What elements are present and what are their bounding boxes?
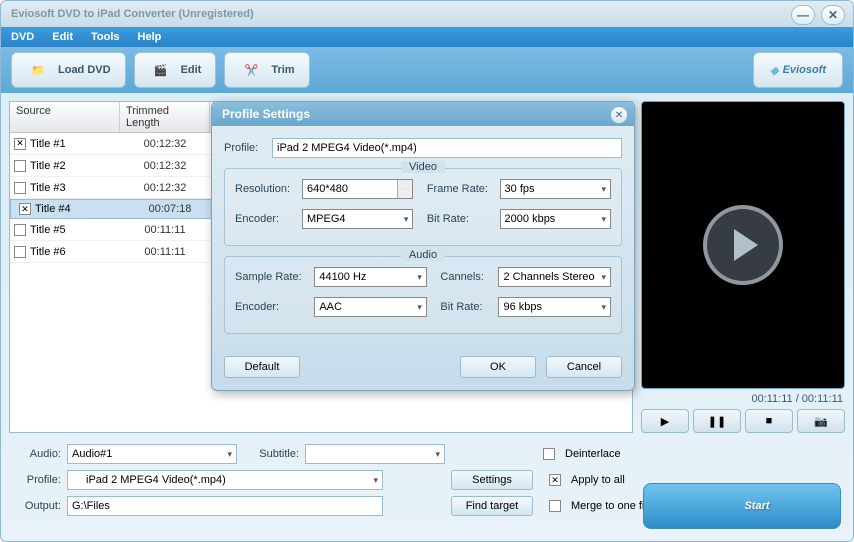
row-length: 00:12:32 bbox=[120, 182, 210, 194]
deinterlace-label: Deinterlace bbox=[565, 448, 621, 460]
apply-all-label: Apply to all bbox=[571, 474, 625, 486]
dialog-close-button[interactable]: ✕ bbox=[610, 106, 628, 124]
framerate-label: Frame Rate: bbox=[427, 183, 500, 195]
row-checkbox[interactable]: ✕ bbox=[14, 138, 26, 150]
row-checkbox[interactable] bbox=[14, 224, 26, 236]
cancel-button[interactable]: Cancel bbox=[546, 356, 622, 378]
menu-edit[interactable]: Edit bbox=[52, 31, 73, 43]
aenc-select[interactable]: AAC bbox=[314, 297, 427, 317]
playback-controls: ▶ ❚❚ ■ 📷 bbox=[641, 409, 845, 433]
toolbar: 📁 Load DVD 🎬 Edit ✂️ Trim ◆ Eviosoft bbox=[1, 47, 853, 93]
trim-button[interactable]: ✂️ Trim bbox=[224, 52, 309, 88]
scissors-icon: ✂️ bbox=[239, 58, 263, 82]
audio-label: Audio: bbox=[11, 448, 61, 460]
row-checkbox[interactable] bbox=[14, 182, 26, 194]
play-overlay-icon[interactable] bbox=[703, 205, 783, 285]
resolution-select[interactable]: 640*480 bbox=[302, 179, 413, 199]
abitrate-select[interactable]: 96 kbps bbox=[498, 297, 611, 317]
row-checkbox[interactable] bbox=[14, 246, 26, 258]
default-button[interactable]: Default bbox=[224, 356, 300, 378]
profile-settings-dialog: Profile Settings ✕ Profile: iPad 2 MPEG4… bbox=[211, 101, 635, 391]
snapshot-button[interactable]: 📷 bbox=[797, 409, 845, 433]
edit-label: Edit bbox=[181, 64, 202, 76]
minimize-button[interactable]: — bbox=[791, 5, 815, 25]
settings-button[interactable]: Settings bbox=[451, 470, 533, 490]
channels-select[interactable]: 2 Channels Stereo bbox=[498, 267, 611, 287]
abitrate-label: Bit Rate: bbox=[440, 301, 498, 313]
dlg-profile-label: Profile: bbox=[224, 142, 266, 154]
resolution-label: Resolution: bbox=[235, 183, 302, 195]
find-target-button[interactable]: Find target bbox=[451, 496, 533, 516]
venc-select[interactable]: MPEG4 bbox=[302, 209, 413, 229]
merge-checkbox[interactable] bbox=[549, 500, 561, 512]
output-field[interactable]: G:\Files bbox=[67, 496, 383, 516]
time-display: 00:11:11 / 00:11:11 bbox=[641, 389, 845, 409]
window-title: Eviosoft DVD to iPad Converter (Unregist… bbox=[11, 8, 254, 20]
profile-select[interactable]: iPad 2 MPEG4 Video(*.mp4) bbox=[67, 470, 383, 490]
camera-icon: 📷 bbox=[814, 415, 828, 428]
titlebar: Eviosoft DVD to iPad Converter (Unregist… bbox=[1, 1, 853, 27]
venc-label: Encoder: bbox=[235, 213, 302, 225]
stop-button[interactable]: ■ bbox=[745, 409, 793, 433]
output-label: Output: bbox=[11, 500, 61, 512]
vbitrate-select[interactable]: 2000 kbps bbox=[500, 209, 611, 229]
channels-label: Cannels: bbox=[440, 271, 498, 283]
subtitle-select[interactable] bbox=[305, 444, 445, 464]
clapper-icon: 🎬 bbox=[149, 58, 173, 82]
row-title: Title #3 bbox=[30, 182, 66, 194]
close-button[interactable]: ✕ bbox=[821, 5, 845, 25]
folder-icon: 📁 bbox=[26, 58, 50, 82]
menubar: DVD Edit Tools Help bbox=[1, 27, 853, 47]
subtitle-label: Subtitle: bbox=[243, 448, 299, 460]
row-length: 00:11:11 bbox=[120, 246, 210, 258]
preview-pane[interactable] bbox=[641, 101, 845, 389]
row-length: 00:12:32 bbox=[120, 160, 210, 172]
audio-fieldset: Audio Sample Rate: 44100 Hz Cannels: 2 C… bbox=[224, 256, 622, 334]
audio-legend: Audio bbox=[401, 249, 445, 261]
play-button[interactable]: ▶ bbox=[641, 409, 689, 433]
col-source[interactable]: Source bbox=[10, 102, 120, 132]
row-checkbox[interactable] bbox=[14, 160, 26, 172]
row-length: 00:12:32 bbox=[120, 138, 210, 150]
main-window: Eviosoft DVD to iPad Converter (Unregist… bbox=[0, 0, 854, 542]
deinterlace-checkbox[interactable] bbox=[543, 448, 555, 460]
menu-help[interactable]: Help bbox=[138, 31, 162, 43]
merge-label: Merge to one file bbox=[571, 500, 653, 512]
aenc-label: Encoder: bbox=[235, 301, 314, 313]
row-title: Title #6 bbox=[30, 246, 66, 258]
row-title: Title #2 bbox=[30, 160, 66, 172]
framerate-select[interactable]: 30 fps bbox=[500, 179, 611, 199]
video-legend: Video bbox=[401, 161, 445, 173]
dlg-profile-field[interactable]: iPad 2 MPEG4 Video(*.mp4) bbox=[272, 138, 622, 158]
row-length: 00:11:11 bbox=[120, 224, 210, 236]
brand-logo: ◆ Eviosoft bbox=[753, 52, 843, 88]
vbitrate-label: Bit Rate: bbox=[427, 213, 500, 225]
row-title: Title #1 bbox=[30, 138, 66, 150]
ok-button[interactable]: OK bbox=[460, 356, 536, 378]
load-dvd-label: Load DVD bbox=[58, 64, 111, 76]
dialog-title: Profile Settings bbox=[212, 102, 634, 126]
row-title: Title #4 bbox=[35, 203, 71, 215]
profile-label: Profile: bbox=[11, 474, 61, 486]
row-title: Title #5 bbox=[30, 224, 66, 236]
menu-tools[interactable]: Tools bbox=[91, 31, 120, 43]
row-checkbox[interactable]: ✕ bbox=[19, 203, 31, 215]
video-fieldset: Video Resolution: 640*480 Frame Rate: 30… bbox=[224, 168, 622, 246]
menu-dvd[interactable]: DVD bbox=[11, 31, 34, 43]
load-dvd-button[interactable]: 📁 Load DVD bbox=[11, 52, 126, 88]
apply-all-checkbox[interactable]: ✕ bbox=[549, 474, 561, 486]
trim-label: Trim bbox=[271, 64, 294, 76]
logo-icon: ◆ bbox=[770, 64, 778, 77]
row-length: 00:07:18 bbox=[125, 203, 215, 215]
audio-select[interactable]: Audio#1 bbox=[67, 444, 237, 464]
edit-button[interactable]: 🎬 Edit bbox=[134, 52, 217, 88]
col-length[interactable]: Trimmed Length bbox=[120, 102, 210, 132]
samplerate-label: Sample Rate: bbox=[235, 271, 314, 283]
pause-button[interactable]: ❚❚ bbox=[693, 409, 741, 433]
start-button[interactable]: Start bbox=[643, 483, 841, 529]
brand-text: Eviosoft bbox=[783, 64, 826, 76]
samplerate-select[interactable]: 44100 Hz bbox=[314, 267, 427, 287]
